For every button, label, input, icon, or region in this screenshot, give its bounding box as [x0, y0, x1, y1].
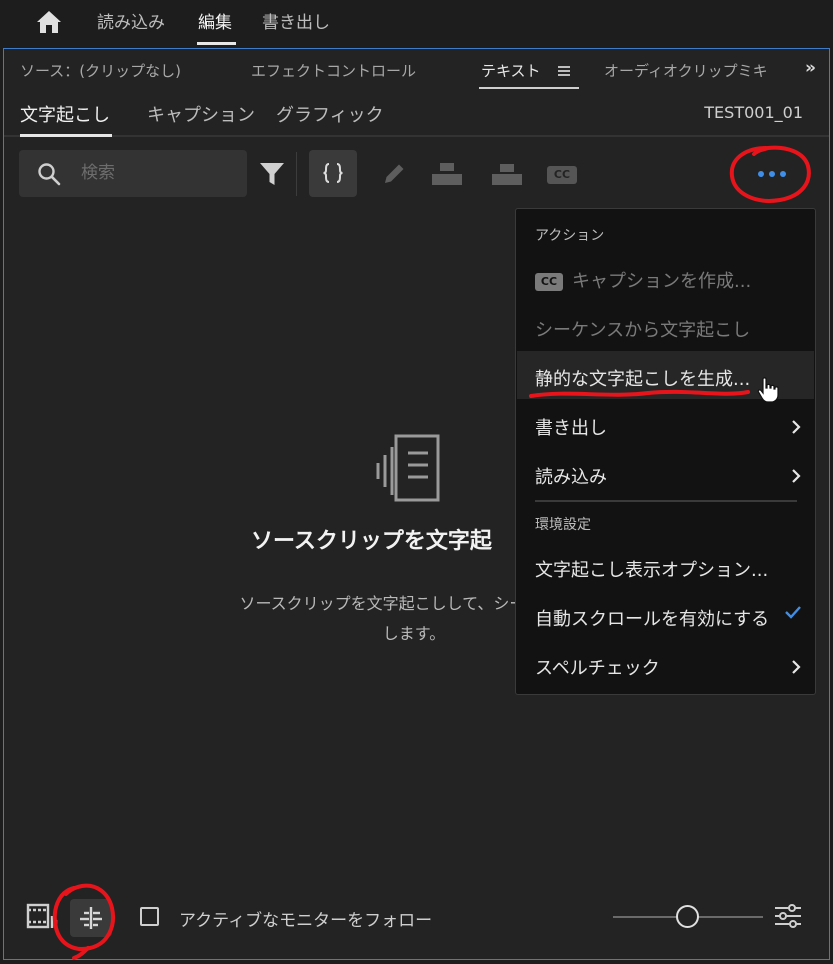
sequence-name: TEST001_01	[704, 103, 803, 122]
follow-monitor-label: アクティブなモニターをフォロー	[179, 911, 433, 931]
menu-section-actions: アクション	[535, 228, 605, 244]
chevron-right-icon	[792, 660, 801, 674]
tab-audio-clip-mixer[interactable]: オーディオクリップミキ	[604, 60, 768, 81]
dot-icon	[780, 171, 786, 177]
workspace-export[interactable]: 書き出し	[262, 8, 330, 33]
subtab-graphics[interactable]: グラフィック	[276, 101, 384, 127]
menu-item-generate-static-transcript[interactable]: 静的な文字起こしを生成...	[535, 365, 750, 391]
menu-item-enable-autoscroll[interactable]: 自動スクロールを有効にする	[535, 605, 769, 631]
more-options-button[interactable]	[756, 163, 792, 185]
checkmark-icon	[785, 606, 801, 619]
menu-item-transcribe-sequence[interactable]: シーケンスから文字起こし	[535, 316, 750, 342]
chevron-right-icon	[792, 469, 801, 483]
panel-menu-icon[interactable]	[558, 66, 570, 76]
menu-section-preferences: 環境設定	[535, 517, 591, 533]
sliders-settings-icon[interactable]	[773, 901, 803, 931]
workspace-import[interactable]: 読み込み	[97, 8, 165, 33]
search-input[interactable]	[81, 160, 241, 186]
filter-icon[interactable]	[259, 161, 285, 187]
toggle-transcript-view-button[interactable]	[70, 899, 112, 937]
active-subtab-indicator	[20, 134, 112, 137]
search-box[interactable]	[19, 150, 247, 197]
tab-source[interactable]: ソース：(クリップなし)	[20, 60, 181, 81]
merge-up-icon[interactable]	[430, 161, 464, 187]
menu-item-import[interactable]: 読み込み	[535, 463, 607, 489]
transcript-document-icon	[376, 434, 440, 502]
cc-icon: CC	[535, 273, 563, 291]
transcript-align-icon	[80, 907, 102, 929]
menu-item-transcript-view-options[interactable]: 文字起こし表示オプション...	[535, 556, 768, 582]
toolbar-divider	[296, 152, 297, 196]
menu-item-spell-check[interactable]: スペルチェック	[535, 654, 660, 680]
merge-down-icon[interactable]	[490, 161, 524, 187]
workspace-bar: 読み込み 編集 書き出し	[0, 0, 833, 48]
hand-cursor-icon	[757, 377, 779, 403]
zoom-slider-thumb[interactable]	[676, 905, 699, 928]
subtab-transcript[interactable]: 文字起こし	[20, 101, 110, 127]
menu-item-create-captions-label: キャプションを作成...	[572, 271, 752, 292]
empty-state-title: ソースクリップを文字起	[251, 529, 492, 554]
menu-item-create-captions[interactable]: CC キャプションを作成...	[535, 267, 751, 293]
overflow-tabs-button[interactable]: »	[805, 58, 816, 78]
workspace-edit[interactable]: 編集	[198, 8, 232, 33]
transcript-media-icon[interactable]	[26, 902, 60, 932]
tab-effect-controls[interactable]: エフェクトコントロール	[251, 60, 416, 81]
edit-pencil-icon[interactable]	[381, 161, 407, 187]
cc-icon[interactable]: CC	[547, 166, 577, 184]
more-options-menu: アクション CC キャプションを作成... シーケンスから文字起こし 静的な文字起…	[515, 208, 816, 695]
chevron-right-icon	[792, 420, 801, 434]
search-icon	[38, 163, 61, 186]
follow-monitor-checkbox[interactable]	[140, 907, 159, 926]
subtab-captions[interactable]: キャプション	[147, 101, 255, 127]
panel-tab-row: ソース：(クリップなし) エフェクトコントロール テキスト オーディオクリップミ…	[4, 49, 829, 89]
tab-text[interactable]: テキスト	[481, 60, 541, 81]
menu-item-export[interactable]: 書き出し	[535, 414, 607, 440]
text-subtabs: 文字起こし キャプション グラフィック TEST001_01	[4, 89, 829, 137]
split-segment-button[interactable]	[309, 150, 357, 197]
split-segment-icon	[323, 163, 343, 183]
active-workspace-indicator	[197, 42, 236, 45]
menu-divider	[535, 500, 797, 502]
home-icon[interactable]	[36, 9, 62, 35]
dot-icon	[769, 171, 775, 177]
dot-icon	[758, 171, 764, 177]
